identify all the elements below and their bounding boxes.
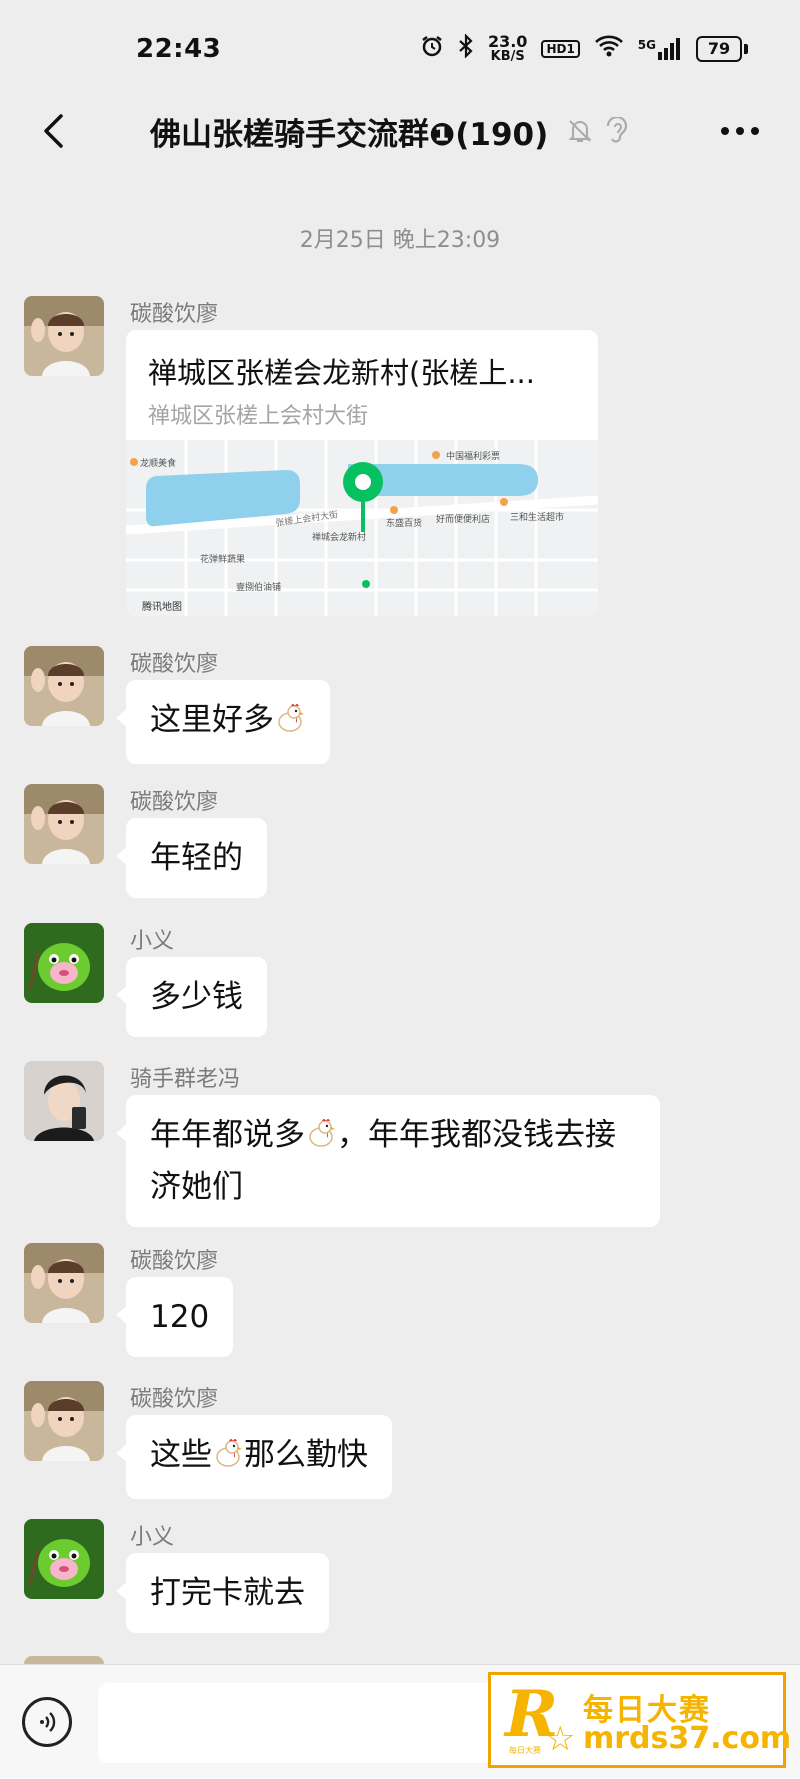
back-button[interactable] xyxy=(28,106,78,156)
sender-name: 骑手群老冯 xyxy=(130,1067,241,1092)
message-item: 骑手群老冯 年年都说多 ，年年我都没钱去接济她们 xyxy=(24,1061,784,1227)
message-item: 碳酸饮廖 120 xyxy=(24,1243,784,1363)
message-text: 这些 xyxy=(150,1437,212,1473)
chat-title-area[interactable]: 佛山张槎骑手交流群❶(190) xyxy=(150,106,630,156)
message-text: 这里好多 xyxy=(150,702,274,738)
avatar[interactable] xyxy=(24,646,104,726)
rooster-emoji-icon xyxy=(274,684,306,764)
message-bubble[interactable]: 打完卡就去 xyxy=(116,1553,329,1633)
location-address: 禅城区张槎上会村大街 xyxy=(148,404,369,429)
bluetooth-icon xyxy=(458,33,474,63)
hd-badge: HD1 xyxy=(541,39,580,58)
ear-icon xyxy=(607,117,628,143)
rooster-emoji-icon xyxy=(212,1419,244,1499)
message-text: 120 xyxy=(150,1299,210,1335)
sender-name: 碳酸饮廖 xyxy=(130,1249,219,1274)
avatar[interactable] xyxy=(24,784,104,864)
map-label: 东盛百货 xyxy=(386,517,422,529)
star-icon: ☆ xyxy=(545,1719,576,1759)
status-time: 22:43 xyxy=(136,34,222,64)
message-text: 打完卡就去 xyxy=(150,1575,305,1611)
voice-icon xyxy=(40,1712,56,1732)
more-dots-icon xyxy=(721,127,759,135)
message-bubble[interactable]: 年年都说多 ，年年我都没钱去接济她们 xyxy=(116,1095,660,1227)
avatar[interactable] xyxy=(24,1243,104,1323)
sender-name: 碳酸饮廖 xyxy=(130,790,219,815)
map-attribution: 腾讯地图 xyxy=(142,600,182,613)
location-map: 龙顺美食 中国福利彩票 张槎上会村大街 东盛百货 好而便便利店 三和生活超市 禅… xyxy=(126,440,598,616)
message-item: 碳酸饮廖 这里好多 xyxy=(24,646,784,766)
avatar[interactable] xyxy=(24,1519,104,1599)
avatar[interactable] xyxy=(24,296,104,376)
avatar xyxy=(24,1656,104,1664)
map-label: 壹捌伯油铺 xyxy=(236,581,281,593)
rooster-emoji-icon xyxy=(305,1115,337,1163)
watermark-logo: R ☆ 每日大赛 每日大赛 mrds37.com xyxy=(488,1672,791,1768)
sender-name: 小义 xyxy=(130,929,175,954)
map-label: 好而便便利店 xyxy=(436,513,490,525)
sender-name: 碳酸饮廖 xyxy=(130,652,219,677)
voice-input-button[interactable] xyxy=(22,1697,72,1747)
battery-indicator: 79 xyxy=(696,35,748,62)
sender-name: 碳酸饮廖 xyxy=(130,302,219,327)
map-label: 三和生活超市 xyxy=(510,511,564,523)
message-text: 多少钱 xyxy=(150,979,243,1015)
message-text: 年年都说多 xyxy=(150,1117,305,1153)
message-item: 碳酸饮廖 这些 那么勤快 xyxy=(24,1381,784,1501)
avatar[interactable] xyxy=(24,1061,104,1141)
battery-level: 79 xyxy=(696,35,742,62)
wifi-icon xyxy=(594,34,624,63)
status-bar: 22:43 23.0 KB/S HD1 5G 79 xyxy=(0,0,800,96)
message-item: 小义 多少钱 xyxy=(24,923,784,1043)
more-options-button[interactable] xyxy=(710,106,770,156)
message-text: 年轻的 xyxy=(150,840,243,876)
mute-bell-icon xyxy=(568,120,592,142)
avatar[interactable] xyxy=(24,923,104,1003)
watermark-domain: mrds37.com xyxy=(583,1721,792,1756)
message-item: 碳酸饮廖 禅城区张槎会龙新村(张槎上... 禅城区张槎上会村大街 龙顺美食 中国… xyxy=(24,296,784,636)
map-label: 中国福利彩票 xyxy=(446,450,500,462)
message-bubble[interactable]: 多少钱 xyxy=(116,957,267,1037)
watermark-small-text: 每日大赛 xyxy=(509,1746,541,1755)
sender-name: 碳酸饮廖 xyxy=(130,1387,219,1412)
message-item: 碳酸饮廖 年轻的 xyxy=(24,784,784,904)
message-bubble[interactable]: 这些 那么勤快 xyxy=(116,1415,392,1499)
network-speed: 23.0 KB/S xyxy=(487,32,528,64)
map-label: 龙顺美食 xyxy=(140,457,176,469)
cell-signal-icon: 5G xyxy=(638,37,682,60)
location-card[interactable]: 禅城区张槎会龙新村(张槎上... 禅城区张槎上会村大街 龙顺美食 中国福利彩票 … xyxy=(126,330,598,616)
message-item: 小义 打完卡就去 xyxy=(24,1519,784,1639)
chat-title: 佛山张槎骑手交流群❶(190) xyxy=(150,116,549,153)
chat-timestamp: 2月25日 晚上23:09 xyxy=(299,228,501,253)
status-icons: 23.0 KB/S HD1 5G 79 xyxy=(420,32,748,64)
message-text: 那么勤快 xyxy=(244,1437,368,1473)
map-label: 禅城会龙新村 xyxy=(312,531,366,543)
chevron-left-icon xyxy=(44,114,63,148)
alarm-icon xyxy=(420,34,444,63)
sender-name: 小义 xyxy=(130,1525,175,1550)
message-bubble[interactable]: 这里好多 xyxy=(116,680,330,764)
avatar[interactable] xyxy=(24,1381,104,1461)
map-label: 花弹鲜蔬果 xyxy=(200,553,245,565)
message-bubble[interactable]: 年轻的 xyxy=(116,818,267,898)
chat-header: 佛山张槎骑手交流群❶(190) xyxy=(0,96,800,176)
message-bubble[interactable]: 120 xyxy=(115,1277,234,1357)
location-title: 禅城区张槎会龙新村(张槎上... xyxy=(148,356,535,390)
